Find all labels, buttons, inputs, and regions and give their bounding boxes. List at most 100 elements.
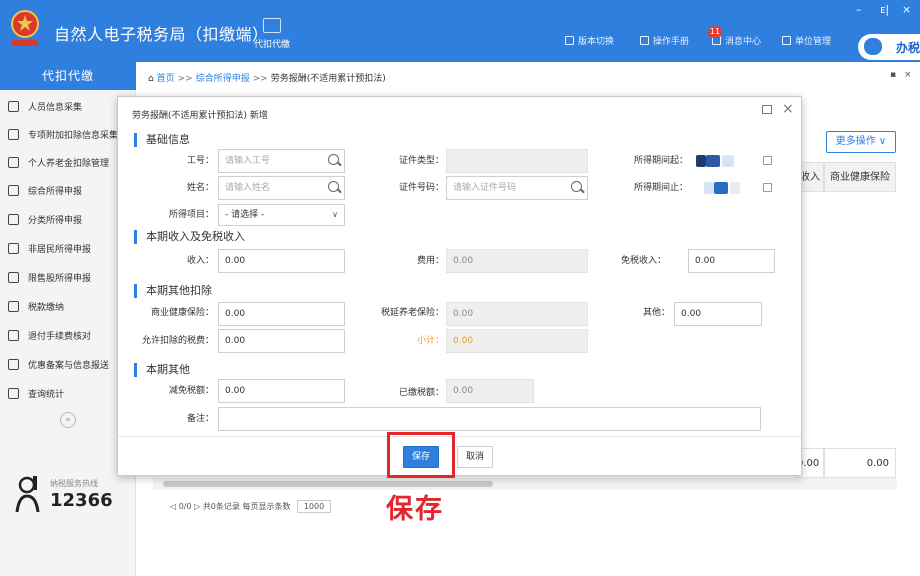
period-start-date[interactable] bbox=[694, 151, 774, 171]
page-size-input[interactable]: 1000 bbox=[297, 500, 331, 513]
pie-icon bbox=[8, 214, 19, 225]
restore-button[interactable]: ᴇ| bbox=[880, 3, 889, 16]
tax-service-pill[interactable]: 办税 bbox=[858, 34, 920, 60]
chat-icon bbox=[864, 38, 882, 55]
layers-icon bbox=[8, 185, 19, 196]
remark-input[interactable] bbox=[218, 407, 761, 431]
book-icon bbox=[640, 36, 649, 45]
health-insurance-input[interactable]: 0.00 bbox=[218, 302, 345, 326]
section-other: 本期其他 bbox=[134, 363, 190, 377]
panel-close-icon[interactable]: × bbox=[904, 70, 912, 80]
horizontal-scrollbar[interactable] bbox=[153, 478, 897, 490]
left-nav: 代扣代缴 人员信息采集 专项附加扣除信息采集 个人养老金扣除管理 综合所得申报 … bbox=[0, 62, 136, 576]
collapse-nav-button[interactable]: « bbox=[60, 412, 76, 428]
section-basic-info: 基础信息 bbox=[134, 133, 190, 147]
dialog-title: 劳务报酬(不适用累计预扣法) 新增 bbox=[132, 111, 268, 121]
remark-label: 备注： bbox=[186, 414, 214, 424]
unit-management-link[interactable]: 单位管理 bbox=[782, 34, 831, 48]
save-highlight-box bbox=[387, 432, 455, 478]
bar-chart-icon bbox=[8, 272, 19, 283]
nav-item-preferential[interactable]: 优惠备案与信息报送 bbox=[8, 358, 134, 376]
more-operations-button[interactable]: 更多操作 ∨ bbox=[826, 131, 896, 153]
receipt-icon bbox=[8, 330, 19, 341]
allowed-tax-deduction-label: 允许扣除的税费： bbox=[141, 336, 214, 346]
nav-item-classified-income[interactable]: 分类所得申报 bbox=[8, 213, 134, 231]
pension-icon bbox=[8, 157, 19, 168]
breadcrumb: ⌂ 首页 >> 综合所得申报 >> 劳务报酬(不适用累计预扣法) bbox=[148, 74, 386, 84]
search-icon[interactable] bbox=[571, 181, 582, 192]
subtotal-field: 0.00 bbox=[446, 329, 588, 353]
deferred-pension-label: 税延养老保险： bbox=[380, 308, 444, 318]
subtotal-label: 小计： bbox=[416, 336, 444, 346]
manual-link[interactable]: 操作手册 bbox=[640, 34, 689, 48]
message-badge: 11 bbox=[708, 26, 722, 38]
calendar-icon[interactable] bbox=[763, 183, 772, 192]
panel-restore-icon[interactable]: ▪ bbox=[890, 70, 896, 80]
hotline-agent-icon bbox=[15, 476, 40, 513]
section-deduction: 本期其他扣除 bbox=[134, 284, 212, 298]
save-annotation-text: 保存 bbox=[386, 494, 444, 525]
work-id-input[interactable]: 请输入工号 bbox=[218, 149, 345, 173]
dialog-close-icon[interactable]: × bbox=[782, 101, 794, 117]
nav-item-comprehensive-income[interactable]: 综合所得申报 bbox=[8, 184, 134, 202]
income-input[interactable]: 0.00 bbox=[218, 249, 345, 273]
nav-item-nonresident[interactable]: 非居民所得申报 bbox=[8, 242, 134, 260]
breadcrumb-current: 劳务报酬(不适用累计预扣法) bbox=[270, 74, 386, 84]
dialog-footer-divider bbox=[118, 436, 801, 437]
nav-item-tax-payment[interactable]: 税款缴纳 bbox=[8, 300, 134, 318]
calendar-icon[interactable] bbox=[763, 156, 772, 165]
search-icon[interactable] bbox=[328, 154, 339, 165]
period-end-date[interactable] bbox=[694, 178, 774, 198]
wallet-icon bbox=[8, 301, 19, 312]
period-end-label: 所得期间止： bbox=[633, 183, 688, 193]
nav-item-pension[interactable]: 个人养老金扣除管理 bbox=[8, 156, 134, 174]
nav-item-special-deduction[interactable]: 专项附加扣除信息采集 bbox=[8, 128, 134, 146]
version-switch-link[interactable]: 版本切换 bbox=[565, 34, 614, 48]
income-item-select[interactable]: - 请选择 - ∨ bbox=[218, 204, 345, 226]
id-number-input[interactable]: 请输入证件号码 bbox=[446, 176, 588, 200]
close-button[interactable]: × bbox=[902, 3, 911, 16]
period-start-label: 所得期间起： bbox=[633, 156, 688, 166]
tax-free-income-label: 免税收入： bbox=[620, 256, 666, 266]
work-id-label: 工号： bbox=[186, 156, 214, 166]
app-title: 自然人电子税务局（扣缴端） bbox=[54, 25, 269, 44]
tax-free-income-input[interactable]: 0.00 bbox=[688, 249, 775, 273]
minimize-button[interactable]: – bbox=[856, 3, 862, 16]
section-income: 本期收入及免税收入 bbox=[134, 230, 245, 244]
deferred-pension-field: 0.00 bbox=[446, 302, 588, 326]
id-type-label: 证件类型： bbox=[398, 156, 444, 166]
tax-reduction-input[interactable]: 0.00 bbox=[218, 379, 345, 403]
breadcrumb-level1[interactable]: 综合所得申报 bbox=[196, 74, 250, 84]
breadcrumb-home[interactable]: 首页 bbox=[157, 74, 175, 84]
income-item-label: 所得项目： bbox=[168, 210, 214, 220]
search-icon[interactable] bbox=[328, 181, 339, 192]
nav-item-person-info[interactable]: 人员信息采集 bbox=[8, 100, 134, 118]
dai-kou-dai-jiao-button[interactable]: 代扣代缴 bbox=[241, 18, 303, 58]
pager: ◁ 0/0 ▷ 共0条记录 每页显示条数 1000 bbox=[170, 500, 331, 513]
person-add-icon bbox=[8, 243, 19, 254]
id-number-label: 证件号码： bbox=[398, 183, 444, 193]
other-deduction-input[interactable]: 0.00 bbox=[674, 302, 762, 326]
tax-reduction-label: 减免税额： bbox=[168, 386, 214, 396]
list-icon bbox=[8, 129, 19, 140]
tax-paid-field: 0.00 bbox=[446, 379, 534, 403]
doc-icon bbox=[8, 359, 19, 370]
title-bar: 自然人电子税务局（扣缴端） 代扣代缴 版本切换 操作手册 消息中心 11 单位管… bbox=[0, 0, 920, 62]
cancel-button[interactable]: 取消 bbox=[457, 446, 493, 468]
expense-label: 费用： bbox=[416, 256, 444, 266]
allowed-tax-deduction-input[interactable]: 0.00 bbox=[218, 329, 345, 353]
maximize-icon[interactable] bbox=[762, 105, 772, 114]
total-health-insurance: 0.00 bbox=[824, 448, 896, 478]
chevron-down-icon: ∨ bbox=[332, 210, 338, 219]
nav-item-refund-fee[interactable]: 退付手续费核对 bbox=[8, 329, 134, 347]
name-label: 姓名： bbox=[186, 183, 214, 193]
nav-item-restricted-shares[interactable]: 限售股所得申报 bbox=[8, 271, 134, 289]
name-input[interactable]: 请输入姓名 bbox=[218, 176, 345, 200]
home-icon: ⌂ bbox=[148, 74, 157, 84]
nav-item-query-stats[interactable]: 查询统计 bbox=[8, 387, 134, 405]
id-type-field[interactable] bbox=[446, 149, 588, 173]
add-labor-remuneration-dialog: 劳务报酬(不适用累计预扣法) 新增 × 基础信息 工号： 请输入工号 证件类型：… bbox=[117, 96, 802, 476]
query-icon bbox=[8, 388, 19, 399]
health-insurance-label: 商业健康保险： bbox=[150, 308, 214, 318]
income-label: 收入： bbox=[186, 256, 214, 266]
